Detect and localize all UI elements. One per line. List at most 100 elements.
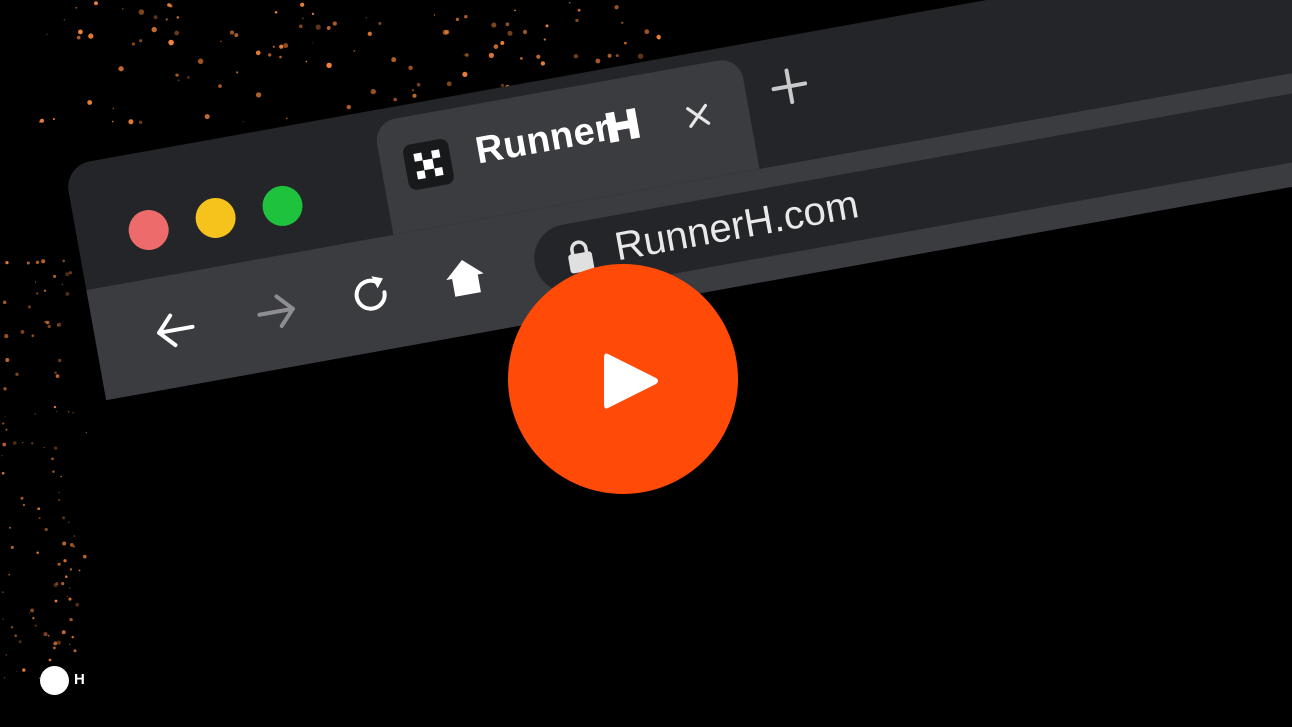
sparkle-dot	[54, 599, 58, 603]
sparkle-dot	[12, 441, 17, 445]
sparkle-dot	[20, 496, 24, 500]
window-close-button[interactable]	[125, 206, 172, 254]
sparkle-dot	[326, 62, 332, 69]
sparkle-dot	[82, 554, 87, 559]
sparkle-dot	[22, 441, 24, 444]
sparkle-dot	[229, 30, 235, 35]
sparkle-dot	[2, 422, 5, 425]
sparkle-dot	[370, 88, 376, 95]
reload-icon[interactable]	[344, 268, 397, 321]
sparkle-dot	[197, 58, 204, 65]
sparkle-dot	[545, 24, 549, 28]
sparkle-dot	[69, 643, 71, 645]
sparkle-dot	[488, 52, 495, 59]
sparkle-dot	[138, 9, 145, 15]
sparkle-dot	[68, 521, 70, 523]
sparkle-dot	[78, 569, 81, 572]
window-minimize-button[interactable]	[192, 194, 239, 242]
sparkle-dot	[22, 503, 26, 507]
sparkle-dot	[204, 114, 210, 120]
sparkle-dot	[543, 38, 546, 41]
sparkle-dot	[514, 9, 516, 12]
sparkle-dot	[279, 44, 284, 49]
sparkle-dot	[365, 17, 368, 19]
sparkle-dot	[62, 541, 67, 546]
sparkle-dot	[1, 471, 5, 475]
sparkle-dot	[61, 283, 64, 286]
sparkle-dot	[69, 543, 74, 547]
sparkle-dot	[112, 107, 115, 110]
sparkle-dot	[520, 57, 523, 60]
sparkle-dot	[139, 39, 143, 43]
arrow-right-icon[interactable]	[249, 285, 302, 338]
sparkle-dot	[573, 54, 579, 59]
sparkle-dot	[55, 374, 60, 378]
sparkle-dot	[69, 587, 71, 589]
sparkle-dot	[71, 635, 74, 639]
sparkle-dot	[346, 104, 351, 110]
sparkle-dot	[35, 260, 40, 265]
sparkle-dot	[540, 61, 546, 66]
sparkle-dot	[66, 596, 68, 598]
sparkle-dot	[75, 6, 78, 9]
sparkle-dot	[36, 292, 39, 295]
sparkle-dot	[36, 551, 39, 554]
sparkle-dot	[57, 324, 59, 327]
brand-dot-icon	[40, 666, 69, 695]
sparkle-dot	[301, 17, 304, 20]
sparkle-dot	[31, 334, 35, 338]
play-button[interactable]	[508, 264, 738, 494]
sparkle-dot	[644, 29, 650, 35]
sparkle-dot	[41, 259, 46, 264]
sparkle-dot	[85, 432, 87, 434]
sparkle-dot	[326, 26, 331, 30]
sparkle-dot	[34, 413, 37, 415]
sparkle-dot	[58, 491, 60, 494]
sparkle-dot	[393, 97, 397, 102]
sparkle-dot	[45, 320, 50, 325]
sparkle-dot	[48, 658, 52, 662]
sparkle-dot	[255, 50, 261, 56]
sparkle-dot	[26, 261, 30, 265]
sparkle-dot	[305, 60, 308, 63]
sparkle-dot	[38, 517, 41, 520]
plus-icon[interactable]	[766, 63, 812, 109]
sparkle-dot	[18, 640, 22, 644]
home-icon[interactable]	[438, 251, 491, 304]
sparkle-dot	[464, 15, 468, 19]
sparkle-dot	[465, 53, 469, 57]
sparkle-dot	[175, 73, 179, 77]
sparkle-dot	[62, 259, 65, 263]
sparkle-dot	[138, 120, 143, 125]
arrow-left-icon[interactable]	[149, 303, 202, 356]
window-maximize-button[interactable]	[259, 182, 306, 230]
sparkle-dot	[167, 3, 171, 7]
sparkle-dot	[61, 630, 66, 635]
sparkle-dot	[9, 526, 11, 529]
sparkle-dot	[2, 591, 4, 593]
sparkle-dot	[53, 583, 58, 588]
sparkle-dot	[595, 58, 601, 64]
sparkle-dot	[10, 625, 14, 629]
sparkle-dot	[615, 54, 619, 58]
sparkle-dot	[68, 271, 72, 275]
sparkle-dot	[65, 272, 70, 277]
sparkle-dot	[53, 405, 57, 409]
close-icon[interactable]	[681, 98, 716, 133]
sparkle-dot	[505, 22, 510, 27]
sparkle-dot	[2, 442, 7, 447]
sparkle-dot	[10, 545, 14, 549]
sparkle-dot	[391, 57, 397, 63]
sparkle-dot	[168, 39, 174, 46]
sparkle-dot	[56, 411, 58, 413]
sparkle-dot	[255, 92, 262, 98]
sparkle-dot	[332, 21, 337, 26]
sparkle-dot	[463, 54, 465, 56]
sparkle-dot	[433, 14, 436, 16]
sparkle-dot	[65, 291, 70, 296]
sparkle-dot	[5, 358, 10, 362]
url-text[interactable]: RunnerH.com	[611, 182, 862, 270]
sparkle-dot	[153, 15, 158, 20]
runner-h-mark-icon	[605, 108, 641, 143]
sparkle-dot	[311, 12, 315, 16]
